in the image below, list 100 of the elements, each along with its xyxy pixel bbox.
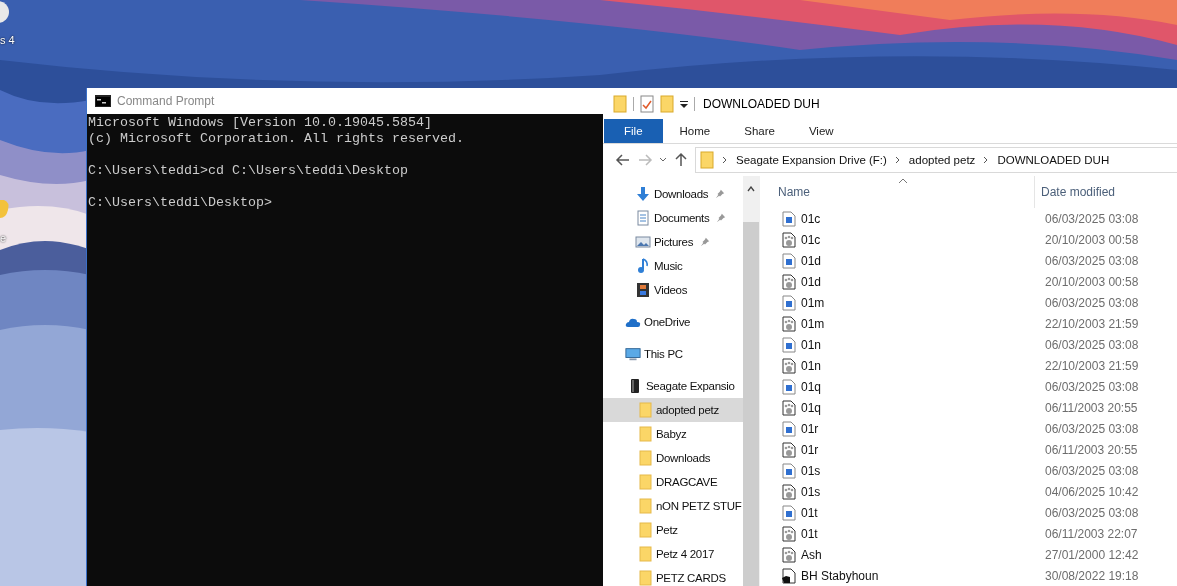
- file-name[interactable]: 01c: [801, 211, 821, 226]
- nav-item[interactable]: Petz 4 2017: [603, 542, 743, 566]
- pin-icon[interactable]: [700, 237, 711, 247]
- document-icon: [782, 294, 796, 311]
- file-name[interactable]: 01m: [801, 295, 825, 310]
- window-title: DOWNLOADED DUH: [703, 96, 820, 111]
- document-icon: [782, 462, 796, 479]
- date-modified: 30/08/2022 19:18: [1045, 568, 1139, 583]
- nav-item[interactable]: Documents: [603, 206, 743, 230]
- nav-item[interactable]: Downloads: [603, 446, 743, 470]
- ribbon-tab[interactable]: View: [791, 119, 851, 143]
- file-name[interactable]: Ash: [801, 547, 822, 562]
- nav-item[interactable]: Babyz: [603, 422, 743, 446]
- file-name[interactable]: 01t: [801, 526, 818, 541]
- breadcrumb[interactable]: adopted petz: [908, 154, 976, 166]
- pin-icon[interactable]: [716, 213, 727, 223]
- file-name[interactable]: 01s: [801, 484, 821, 499]
- date-modified: 06/03/2025 03:08: [1045, 253, 1139, 268]
- nav-item[interactable]: This PC: [603, 342, 743, 366]
- paw-file-icon: [782, 357, 796, 374]
- console-line: (c) Microsoft Corporation. All rights reserved.: [88, 131, 464, 147]
- customize-caret-icon[interactable]: [680, 99, 688, 108]
- date-modified: 06/11/2003 20:55: [1045, 442, 1138, 457]
- chevron-down-icon[interactable]: [659, 156, 667, 164]
- chevron-up-icon[interactable]: [747, 186, 755, 192]
- chevron-right-icon[interactable]: [894, 156, 901, 164]
- sort-ascending-icon[interactable]: [898, 178, 908, 184]
- file-name[interactable]: 01d: [801, 253, 822, 268]
- column-header[interactable]: Date modified: [1041, 185, 1116, 199]
- file-name[interactable]: 01n: [801, 358, 822, 373]
- paw-file-icon: [782, 483, 796, 500]
- document-icon: [782, 336, 796, 353]
- nav-item[interactable]: OneDrive: [603, 310, 743, 334]
- ribbon-tab[interactable]: Share: [727, 119, 792, 143]
- ribbon-tab[interactable]: Home: [662, 119, 728, 143]
- file-name[interactable]: 01q: [801, 400, 822, 415]
- nav-item[interactable]: Music: [603, 254, 743, 278]
- chevron-right-icon[interactable]: [722, 156, 728, 164]
- nav-item[interactable]: Petz: [603, 518, 743, 542]
- nav-item[interactable]: adopted petz: [603, 398, 743, 422]
- date-modified: 06/11/2003 22:07: [1045, 526, 1138, 541]
- desktop-icon-label[interactable]: e: [0, 232, 7, 244]
- nav-item[interactable]: Pictures: [603, 230, 743, 254]
- date-modified: 06/03/2025 03:08: [1045, 505, 1139, 520]
- date-modified: 22/10/2003 21:59: [1045, 358, 1139, 373]
- back-icon[interactable]: [615, 152, 631, 168]
- file-name[interactable]: 01r: [801, 421, 819, 436]
- download-arrow-icon: [635, 186, 651, 202]
- date-modified: 06/03/2025 03:08: [1045, 211, 1139, 226]
- document-icon: [782, 420, 796, 437]
- file-name[interactable]: BH Stabyhoun: [801, 568, 879, 583]
- picture-icon: [635, 234, 651, 250]
- date-modified: 06/11/2003 20:55: [1045, 400, 1138, 415]
- breadcrumb[interactable]: Seagate Expansion Drive (F:): [736, 154, 887, 166]
- date-modified: 22/10/2003 21:59: [1045, 316, 1139, 331]
- paw-file-icon: [782, 231, 796, 248]
- file-name[interactable]: 01d: [801, 274, 822, 289]
- paw-file-icon: [782, 315, 796, 332]
- address-bar[interactable]: Seagate Expansion Drive (F:) adopted petz DOWNLOADED DUH: [695, 147, 1177, 173]
- console-line: Microsoft Windows [Version 10.0.19045.5854]: [88, 115, 432, 131]
- document-icon: [782, 504, 796, 521]
- film-strip-icon: [635, 282, 651, 298]
- console-line: C:\Users\teddi>cd C:\Users\teddi\Desktop: [88, 163, 408, 179]
- date-modified: 06/03/2025 03:08: [1045, 379, 1139, 394]
- file-name[interactable]: 01s: [801, 463, 821, 478]
- file-name[interactable]: 01q: [801, 379, 822, 394]
- music-note-icon: [635, 258, 651, 274]
- date-modified: 27/01/2000 12:42: [1045, 547, 1139, 562]
- document-icon: [635, 210, 651, 226]
- nav-item[interactable]: nON PETZ STUF: [603, 494, 743, 518]
- date-modified: 20/10/2003 00:58: [1045, 274, 1139, 289]
- date-modified: 20/10/2003 00:58: [1045, 232, 1139, 247]
- paw-file-icon: [782, 441, 796, 458]
- ribbon-tab[interactable]: File: [604, 119, 663, 143]
- file-name[interactable]: 01r: [801, 442, 819, 457]
- up-icon[interactable]: [673, 152, 689, 168]
- nav-item[interactable]: DRAGCAVE: [603, 470, 743, 494]
- monitor-icon: [625, 346, 641, 362]
- date-modified: 04/06/2025 10:42: [1045, 484, 1139, 499]
- nav-item[interactable]: Videos: [603, 278, 743, 302]
- pin-icon[interactable]: [715, 189, 726, 199]
- file-name[interactable]: 01m: [801, 316, 825, 331]
- date-modified: 06/03/2025 03:08: [1045, 463, 1139, 478]
- file-name[interactable]: 01t: [801, 505, 818, 520]
- document-icon: [782, 378, 796, 395]
- date-modified: 06/03/2025 03:08: [1045, 295, 1139, 310]
- paw-file-icon: [782, 546, 796, 563]
- paw-file-icon: [782, 273, 796, 290]
- document-icon: [782, 210, 796, 227]
- file-name[interactable]: 01n: [801, 337, 822, 352]
- breadcrumb[interactable]: DOWNLOADED DUH: [997, 154, 1110, 166]
- nav-item[interactable]: Downloads: [603, 182, 743, 206]
- nav-item[interactable]: Seagate Expansio: [603, 374, 743, 398]
- nav-item[interactable]: PETZ CARDS: [603, 566, 743, 586]
- desktop-icon-label[interactable]: s 4: [0, 34, 15, 46]
- paw-file-icon: [782, 399, 796, 416]
- file-name[interactable]: 01c: [801, 232, 821, 247]
- chevron-right-icon[interactable]: [983, 156, 990, 164]
- properties-icon[interactable]: [640, 94, 654, 113]
- column-header[interactable]: Name: [778, 185, 810, 199]
